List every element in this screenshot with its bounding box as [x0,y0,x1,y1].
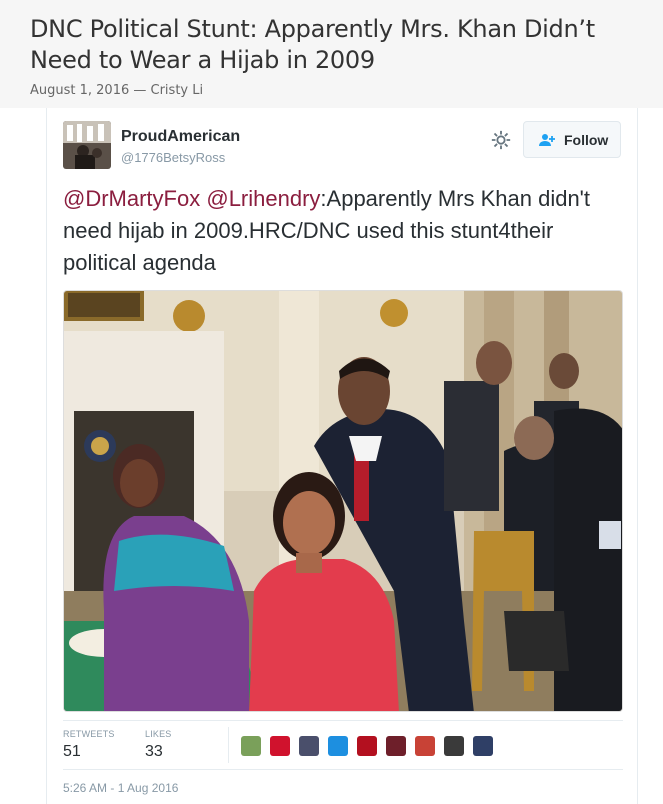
article-title: DNC Political Stunt: Apparently Mrs. Kha… [30,15,595,74]
follow-label: Follow [564,132,609,148]
article-header: DNC Political Stunt: Apparently Mrs. Kha… [0,0,663,108]
retweets-label: RETWEETS [63,729,115,739]
liker-avatar[interactable] [270,736,290,756]
tweet-photo[interactable] [63,290,623,712]
liker-avatar[interactable] [386,736,406,756]
liker-avatar[interactable] [415,736,435,756]
mention-link[interactable]: @DrMartyFox [63,186,200,211]
retweets-count[interactable]: 51 [63,743,81,761]
liker-avatar[interactable] [473,736,493,756]
avatar[interactable] [63,121,111,169]
author-name[interactable]: ProudAmerican [121,128,240,146]
likes-label: LIKES [145,729,172,739]
tweet-stats: RETWEETS 51 LIKES 33 [63,720,623,770]
liker-avatar[interactable] [328,736,348,756]
liker-avatar[interactable] [444,736,464,756]
likes-count[interactable]: 33 [145,743,163,761]
tweet-timestamp[interactable]: 5:26 AM - 1 Aug 2016 [63,781,178,795]
tweet-text: @DrMartyFox @Lrihendry:Apparently Mrs Kh… [63,183,623,279]
stats-divider [228,727,229,763]
add-user-icon [538,133,556,147]
liker-avatar[interactable] [241,736,261,756]
embedded-tweet: ProudAmerican @1776BetsyRoss Follow @DrM… [46,108,638,804]
gear-icon[interactable] [490,129,512,151]
article-meta: August 1, 2016 — Cristy Li [30,83,204,98]
author-handle[interactable]: @1776BetsyRoss [121,150,225,165]
mention-link[interactable]: @Lrihendry [206,186,320,211]
follow-button[interactable]: Follow [523,121,621,158]
liker-avatar[interactable] [357,736,377,756]
liker-avatar[interactable] [299,736,319,756]
